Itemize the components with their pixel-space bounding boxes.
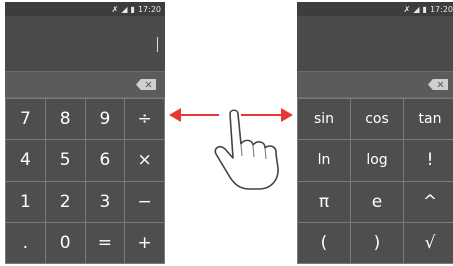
backspace-icon[interactable] [136,79,156,90]
keypad-advanced: sin cos tan ln log ! π e ^ ( ) √ [297,98,453,264]
key-cos[interactable]: cos [351,99,403,140]
key-9[interactable]: 9 [85,99,125,140]
calculator-display[interactable] [297,16,453,71]
key-log[interactable]: log [351,140,403,181]
calculator-screen-basic: ✗ ◢ ▮ 17:20 7 8 9 ÷ 4 5 6 × 1 2 3 − . 0 … [5,2,165,264]
key-close-paren[interactable]: ) [351,222,403,263]
calculator-screen-advanced: ✗ ◢ ▮ 17:20 sin cos tan ln log ! π e ^ (… [297,2,453,264]
keypad-basic: 7 8 9 ÷ 4 5 6 × 1 2 3 − . 0 = + [5,98,165,264]
key-1[interactable]: 1 [6,181,45,222]
backspace-icon[interactable] [428,79,448,90]
delete-row [297,71,453,98]
key-ln[interactable]: ln [298,140,350,181]
key-pi[interactable]: π [298,181,350,222]
key-3[interactable]: 3 [85,181,125,222]
signal-icon: ◢ [121,4,128,14]
battery-icon: ▮ [422,4,427,14]
key-4[interactable]: 4 [6,140,45,181]
key-0[interactable]: 0 [45,222,85,263]
bluetooth-icon: ✗ [111,4,119,14]
key-multiply[interactable]: × [125,140,164,181]
key-factorial[interactable]: ! [404,140,453,181]
key-open-paren[interactable]: ( [298,222,350,263]
key-power[interactable]: ^ [404,181,453,222]
key-sqrt[interactable]: √ [404,222,453,263]
swipe-hand-icon [214,109,279,190]
calculator-display[interactable] [5,16,165,71]
key-tan[interactable]: tan [404,99,453,140]
bluetooth-icon: ✗ [403,4,411,14]
battery-icon: ▮ [130,4,135,14]
signal-icon: ◢ [413,4,420,14]
status-bar: ✗ ◢ ▮ 17:20 [297,2,453,16]
key-plus[interactable]: + [125,222,164,263]
delete-row [5,71,165,98]
key-6[interactable]: 6 [85,140,125,181]
key-divide[interactable]: ÷ [125,99,164,140]
key-5[interactable]: 5 [45,140,85,181]
key-equals[interactable]: = [85,222,125,263]
status-time: 17:20 [137,4,161,14]
key-e[interactable]: e [351,181,403,222]
status-bar: ✗ ◢ ▮ 17:20 [5,2,165,16]
key-7[interactable]: 7 [6,99,45,140]
key-decimal[interactable]: . [6,222,45,263]
key-8[interactable]: 8 [45,99,85,140]
key-2[interactable]: 2 [45,181,85,222]
status-time: 17:20 [429,4,453,14]
text-cursor [157,37,158,52]
key-minus[interactable]: − [125,181,164,222]
key-sin[interactable]: sin [298,99,350,140]
